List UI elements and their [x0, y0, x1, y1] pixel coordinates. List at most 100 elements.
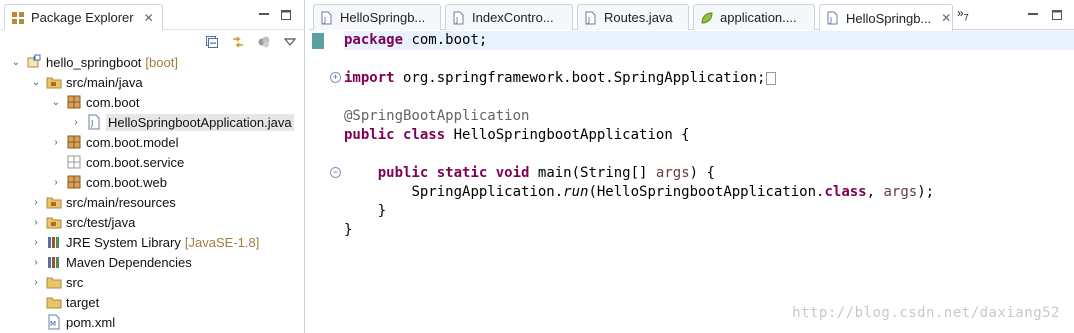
code-keyword: class [403, 127, 446, 143]
maven-pom-icon: M [46, 314, 62, 330]
editor-tab-application-properties[interactable]: application.... [693, 4, 815, 30]
chevron-right-icon[interactable]: › [30, 276, 42, 288]
chevron-right-icon[interactable]: › [70, 116, 82, 128]
tree-item-target[interactable]: target [0, 292, 304, 312]
tree-item-label: com.boot [86, 94, 140, 110]
explorer-tab[interactable]: Package Explorer ✕ [4, 4, 163, 30]
tree-item-label: pom.xml [66, 314, 116, 330]
view-menu-icon[interactable] [282, 34, 298, 50]
tab-overflow-button[interactable]: »7 [957, 6, 969, 22]
code-keyword: class [824, 184, 867, 200]
folder-icon [46, 274, 62, 290]
tree-item-hello-springboot[interactable]: ⌄ M hello_springboot [boot] [0, 52, 304, 72]
code-line: public class HelloSpringbootApplication … [344, 126, 1074, 145]
tree-item-hello-springboot-application[interactable]: › J HelloSpringbootApplication.java [0, 112, 304, 132]
tree-item-label: src/main/java [66, 74, 143, 90]
chevron-right-icon[interactable]: › [50, 176, 62, 188]
library-icon [46, 234, 62, 250]
fold-collapse-icon[interactable]: − [330, 167, 341, 178]
tree-item-decoration: [boot] [145, 54, 178, 70]
code-line: } [344, 202, 1074, 221]
code-text: HelloSpringbootApplication { [445, 127, 690, 143]
code-annotation: @SpringBootApplication [344, 108, 530, 124]
chevron-right-icon[interactable]: › [30, 236, 42, 248]
code-keyword: public [344, 127, 395, 143]
code-keyword: static [436, 165, 488, 181]
chevron-down-icon[interactable]: ⌄ [50, 96, 62, 108]
tree-item-src-test-java[interactable]: › src/test/java [0, 212, 304, 232]
editor-tab-routes[interactable]: J Routes.java [577, 4, 689, 30]
tree-item-com-boot-web[interactable]: › com.boot.web [0, 172, 304, 192]
tree-item-maven-dependencies[interactable]: › Maven Dependencies [0, 252, 304, 272]
properties-file-icon [700, 11, 714, 25]
project-tree: ⌄ M hello_springboot [boot] ⌄ src/main/j… [0, 52, 304, 332]
chevron-right-icon[interactable]: › [50, 136, 62, 148]
tree-item-label: target [66, 294, 100, 310]
tree-item-decoration: [JavaSE-1.8] [184, 234, 260, 250]
chevron-right-icon[interactable]: › [30, 196, 42, 208]
folded-imports-indicator[interactable] [766, 71, 777, 85]
tab-label: HelloSpringb... [846, 10, 932, 26]
overflow-chevron-icon: » [957, 6, 964, 20]
folder-icon [46, 294, 62, 310]
close-icon[interactable]: ✕ [144, 11, 154, 25]
svg-text:J: J [323, 16, 326, 24]
tree-item-label: com.boot.model [86, 134, 179, 150]
explorer-header: Package Explorer ✕ [0, 0, 304, 30]
code-text: , [866, 184, 884, 200]
vertical-ruler: + − [309, 31, 341, 333]
package-icon [66, 174, 82, 190]
svg-text:J: J [90, 119, 93, 128]
code-line: import org.springframework.boot.SpringAp… [344, 69, 1074, 88]
tree-item-com-boot-service[interactable]: com.boot.service [0, 152, 304, 172]
tab-label: Routes.java [604, 10, 673, 25]
code-text: ) { [689, 165, 715, 181]
java-file-icon: J [320, 11, 334, 25]
link-with-editor-icon[interactable] [230, 34, 246, 50]
tree-item-src-main-java[interactable]: ⌄ src/main/java [0, 72, 304, 92]
empty-package-icon [66, 154, 82, 170]
maximize-icon[interactable] [278, 7, 294, 23]
explorer-toolbar [204, 32, 298, 52]
tree-item-jre-system-library[interactable]: › JRE System Library [JavaSE-1.8] [0, 232, 304, 252]
fold-expand-icon[interactable]: + [330, 72, 341, 83]
code-text: ); [917, 184, 935, 200]
minimize-icon[interactable] [1025, 7, 1041, 23]
library-icon [46, 254, 62, 270]
tree-item-com-boot-model[interactable]: › com.boot.model [0, 132, 304, 152]
source-folder-icon [46, 214, 62, 230]
editor-tab-indexcontroller[interactable]: J IndexContro... [445, 4, 573, 30]
code-keyword: public [377, 165, 429, 181]
java-file-icon: J [86, 114, 102, 130]
tree-item-label: HelloSpringbootApplication.java [106, 113, 294, 131]
java-editor: J HelloSpringb... J IndexContro... J Rou… [309, 0, 1074, 333]
tree-item-pom-xml[interactable]: M pom.xml [0, 312, 304, 332]
chevron-down-icon[interactable]: ⌄ [30, 76, 42, 88]
java-file-icon: J [452, 11, 466, 25]
tree-item-label: com.boot.web [86, 174, 167, 190]
focus-on-task-icon[interactable] [256, 34, 272, 50]
tree-item-label: src/test/java [66, 214, 136, 230]
tab-label: HelloSpringb... [340, 10, 426, 25]
chevron-right-icon[interactable]: › [30, 216, 42, 228]
source-code[interactable]: package com.boot; import org.springframe… [344, 31, 1074, 240]
close-icon[interactable]: ✕ [941, 11, 951, 25]
chevron-right-icon[interactable]: › [30, 256, 42, 268]
tree-item-src-main-resources[interactable]: › src/main/resources [0, 192, 304, 212]
tree-item-src[interactable]: › src [0, 272, 304, 292]
package-icon [66, 134, 82, 150]
editor-tab-hellospringbootapplication-active[interactable]: J HelloSpringb... ✕ [819, 4, 953, 31]
collapse-all-icon[interactable] [204, 34, 220, 50]
editor-tab-hellospringbootapplication[interactable]: J HelloSpringb... [313, 4, 441, 30]
minimize-icon[interactable] [256, 7, 272, 23]
tree-item-com-boot[interactable]: ⌄ com.boot [0, 92, 304, 112]
code-editor-area[interactable]: + − package com.boot; import org.springf… [309, 31, 1074, 333]
svg-text:M: M [50, 320, 56, 328]
maximize-icon[interactable] [1049, 7, 1065, 23]
tree-item-label: Maven Dependencies [66, 254, 192, 270]
chevron-down-icon[interactable]: ⌄ [10, 56, 22, 68]
source-folder-icon [46, 194, 62, 210]
